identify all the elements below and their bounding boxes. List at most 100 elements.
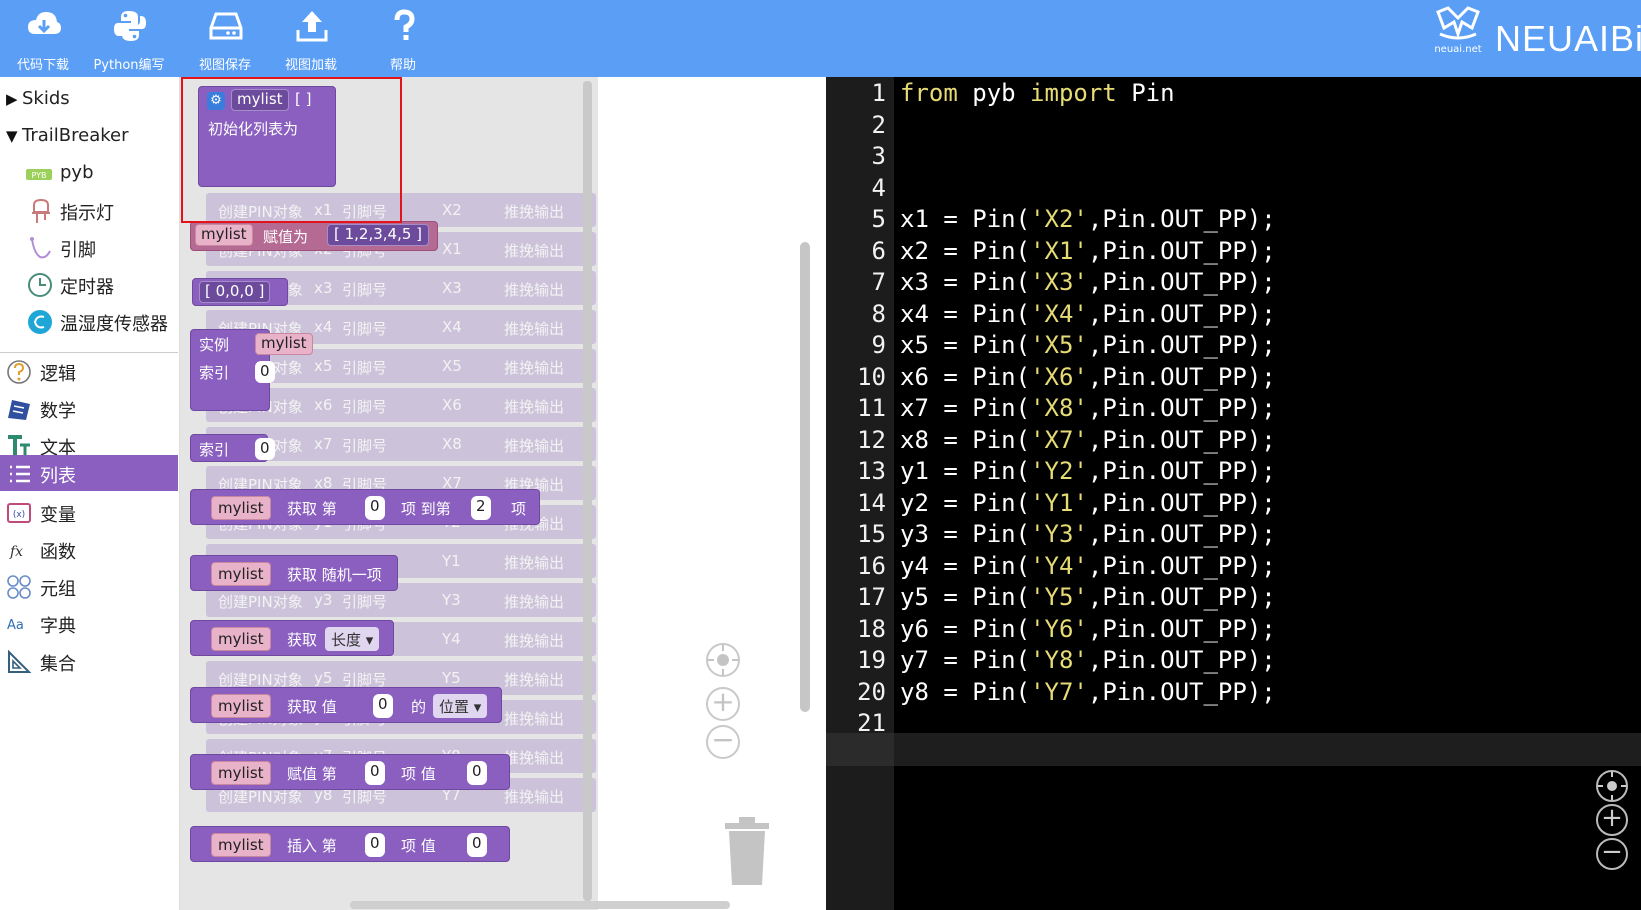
category-timer[interactable]: 定时器 <box>0 266 178 302</box>
category-dict[interactable]: Aa 字典 <box>0 605 178 641</box>
code-line[interactable]: 21 <box>826 707 1641 740</box>
setitem-index[interactable]: 0 <box>365 761 385 785</box>
view-load-button[interactable]: 视图加载 <box>268 0 354 77</box>
category-indicator-light[interactable]: 指示灯 <box>0 192 178 228</box>
variable-pill[interactable]: mylist <box>211 627 271 651</box>
list-random-block[interactable]: mylist 获取 随机一项 <box>190 555 398 591</box>
category-logic[interactable]: 逻辑 <box>0 353 178 389</box>
workspace-horizontal-scrollbar[interactable] <box>350 901 730 909</box>
code-line[interactable]: 12 x8 = Pin('X7',Pin.OUT_PP); <box>826 424 1641 457</box>
code-line[interactable]: 19 y7 = Pin('Y8',Pin.OUT_PP); <box>826 644 1641 677</box>
python-write-button[interactable]: Python编写 <box>86 0 172 77</box>
variable-pill[interactable]: mylist <box>211 694 271 718</box>
list-slice-block[interactable]: mylist 获取 第 0 项 到第 2 项 <box>190 489 540 525</box>
category-function[interactable]: fx 函数 <box>0 531 178 567</box>
code-line[interactable]: 2 <box>826 109 1641 142</box>
slice-to-value[interactable]: 2 <box>471 496 491 520</box>
trash-icon[interactable] <box>723 817 771 887</box>
list-assign-block[interactable]: mylist 赋值为 [ 1,2,3,4,5 ] <box>190 221 438 251</box>
list-setitem-block[interactable]: mylist 赋值 第 0 项 值 0 <box>190 754 510 790</box>
category-trailbreaker[interactable]: ▼ TrailBreaker <box>0 118 178 154</box>
category-skids[interactable]: ▶ Skids <box>0 81 178 117</box>
code-download-button[interactable]: 代码下载 <box>0 0 86 77</box>
code-text[interactable]: x3 = Pin('X3',Pin.OUT_PP); <box>900 266 1276 299</box>
code-text[interactable]: x2 = Pin('X1',Pin.OUT_PP); <box>900 235 1276 268</box>
category-pin[interactable]: 引脚 <box>0 229 178 265</box>
category-set[interactable]: 集合 <box>0 643 178 679</box>
zoom-out-button[interactable]: − <box>706 725 740 759</box>
code-line[interactable]: 20 y8 = Pin('Y7',Pin.OUT_PP); <box>826 676 1641 709</box>
code-text[interactable]: x5 = Pin('X5',Pin.OUT_PP); <box>900 329 1276 362</box>
code-text[interactable]: y8 = Pin('Y7',Pin.OUT_PP); <box>900 676 1276 709</box>
code-text[interactable]: y1 = Pin('Y2',Pin.OUT_PP); <box>900 455 1276 488</box>
position-dropdown[interactable]: 位置 ▾ <box>433 694 488 718</box>
code-line[interactable]: 1 from pyb import Pin <box>826 77 1641 110</box>
code-text[interactable]: y7 = Pin('Y8',Pin.OUT_PP); <box>900 644 1276 677</box>
list-literal-block[interactable]: [ 0,0,0 ] <box>192 278 288 306</box>
code-text[interactable]: y4 = Pin('Y4',Pin.OUT_PP); <box>900 550 1276 583</box>
code-line[interactable]: 5 x1 = Pin('X2',Pin.OUT_PP); <box>826 203 1641 236</box>
editor-zoom-out-button[interactable]: − <box>1596 838 1628 870</box>
find-value[interactable]: 0 <box>373 694 393 718</box>
workspace-vertical-scrollbar[interactable] <box>800 242 810 712</box>
variable-pill[interactable]: mylist <box>211 833 271 857</box>
code-line[interactable]: 16 y4 = Pin('Y4',Pin.OUT_PP); <box>826 550 1641 583</box>
category-temp-humidity-sensor[interactable]: 温湿度传感器 <box>0 303 178 339</box>
category-tuple[interactable]: 元组 <box>0 568 178 604</box>
zoom-in-button[interactable]: + <box>706 687 740 721</box>
code-line[interactable]: 18 y6 = Pin('Y6',Pin.OUT_PP); <box>826 613 1641 646</box>
index-value[interactable]: 0 <box>255 438 275 460</box>
recenter-button[interactable] <box>706 643 740 677</box>
variable-pill[interactable]: mylist <box>211 761 271 785</box>
index-value[interactable]: 0 <box>255 361 275 383</box>
category-pyb[interactable]: PYB pyb <box>0 155 178 191</box>
code-line[interactable]: 3 <box>826 140 1641 173</box>
code-text[interactable]: x1 = Pin('X2',Pin.OUT_PP); <box>900 203 1276 236</box>
list-index-block[interactable]: 索引 0 <box>190 434 275 462</box>
editor-recenter-button[interactable] <box>1596 770 1628 802</box>
variable-pill[interactable]: mylist <box>211 562 271 586</box>
code-text[interactable]: x6 = Pin('X6',Pin.OUT_PP); <box>900 361 1276 394</box>
code-text[interactable]: x7 = Pin('X8',Pin.OUT_PP); <box>900 392 1276 425</box>
code-line[interactable]: 17 y5 = Pin('Y5',Pin.OUT_PP); <box>826 581 1641 614</box>
code-text[interactable]: y3 = Pin('Y3',Pin.OUT_PP); <box>900 518 1276 551</box>
code-line[interactable]: 10 x6 = Pin('X6',Pin.OUT_PP); <box>826 361 1641 394</box>
code-text[interactable]: x8 = Pin('X7',Pin.OUT_PP); <box>900 424 1276 457</box>
python-code-editor[interactable]: 1 from pyb import Pin 2 3 4 5 x1 = Pin('X2',Pi… <box>826 77 1641 910</box>
code-line[interactable]: 15 y3 = Pin('Y3',Pin.OUT_PP); <box>826 518 1641 551</box>
list-insert-block[interactable]: mylist 插入 第 0 项 值 0 <box>190 826 510 862</box>
code-line[interactable]: 14 y2 = Pin('Y1',Pin.OUT_PP); <box>826 487 1641 520</box>
category-list[interactable]: 列表 <box>0 455 178 491</box>
insert-value[interactable]: 0 <box>467 833 487 857</box>
slice-from-value[interactable]: 0 <box>365 496 385 520</box>
code-line[interactable]: 8 x4 = Pin('X4',Pin.OUT_PP); <box>826 298 1641 331</box>
code-line[interactable]: 9 x5 = Pin('X5',Pin.OUT_PP); <box>826 329 1641 362</box>
variable-pill[interactable]: mylist <box>255 333 313 355</box>
list-length-block[interactable]: mylist 获取 长度 ▾ <box>190 620 394 656</box>
variable-pill[interactable]: mylist <box>195 224 253 246</box>
code-line[interactable]: 13 y1 = Pin('Y2',Pin.OUT_PP); <box>826 455 1641 488</box>
flyout-scrollbar[interactable] <box>583 81 592 901</box>
list-instance-block[interactable]: 实例 mylist 索引 0 <box>190 329 313 411</box>
code-text[interactable]: y6 = Pin('Y6',Pin.OUT_PP); <box>900 613 1276 646</box>
variable-pill[interactable]: mylist <box>211 496 271 520</box>
code-text[interactable]: y2 = Pin('Y1',Pin.OUT_PP); <box>900 487 1276 520</box>
help-button[interactable]: 帮助 <box>360 0 446 77</box>
list-literal-value[interactable]: [ 0,0,0 ] <box>199 281 271 303</box>
code-line[interactable]: 4 <box>826 172 1641 205</box>
category-math[interactable]: 数学 <box>0 390 178 426</box>
code-text[interactable]: y5 = Pin('Y5',Pin.OUT_PP); <box>900 581 1276 614</box>
length-dropdown[interactable]: 长度 ▾ <box>325 627 380 651</box>
category-variable[interactable]: (x) 变量 <box>0 494 178 530</box>
code-line[interactable]: 11 x7 = Pin('X8',Pin.OUT_PP); <box>826 392 1641 425</box>
editor-zoom-in-button[interactable]: + <box>1596 804 1628 836</box>
code-text[interactable]: x4 = Pin('X4',Pin.OUT_PP); <box>900 298 1276 331</box>
setitem-value[interactable]: 0 <box>467 761 487 785</box>
code-text[interactable]: from pyb import Pin <box>900 77 1175 110</box>
list-literal-pill[interactable]: [ 1,2,3,4,5 ] <box>327 224 430 246</box>
code-line[interactable]: 6 x2 = Pin('X1',Pin.OUT_PP); <box>826 235 1641 268</box>
view-save-button[interactable]: 视图保存 <box>182 0 268 77</box>
insert-index[interactable]: 0 <box>365 833 385 857</box>
code-line[interactable]: 7 x3 = Pin('X3',Pin.OUT_PP); <box>826 266 1641 299</box>
list-find-block[interactable]: mylist 获取 值 0 的 位置 ▾ <box>190 687 502 723</box>
